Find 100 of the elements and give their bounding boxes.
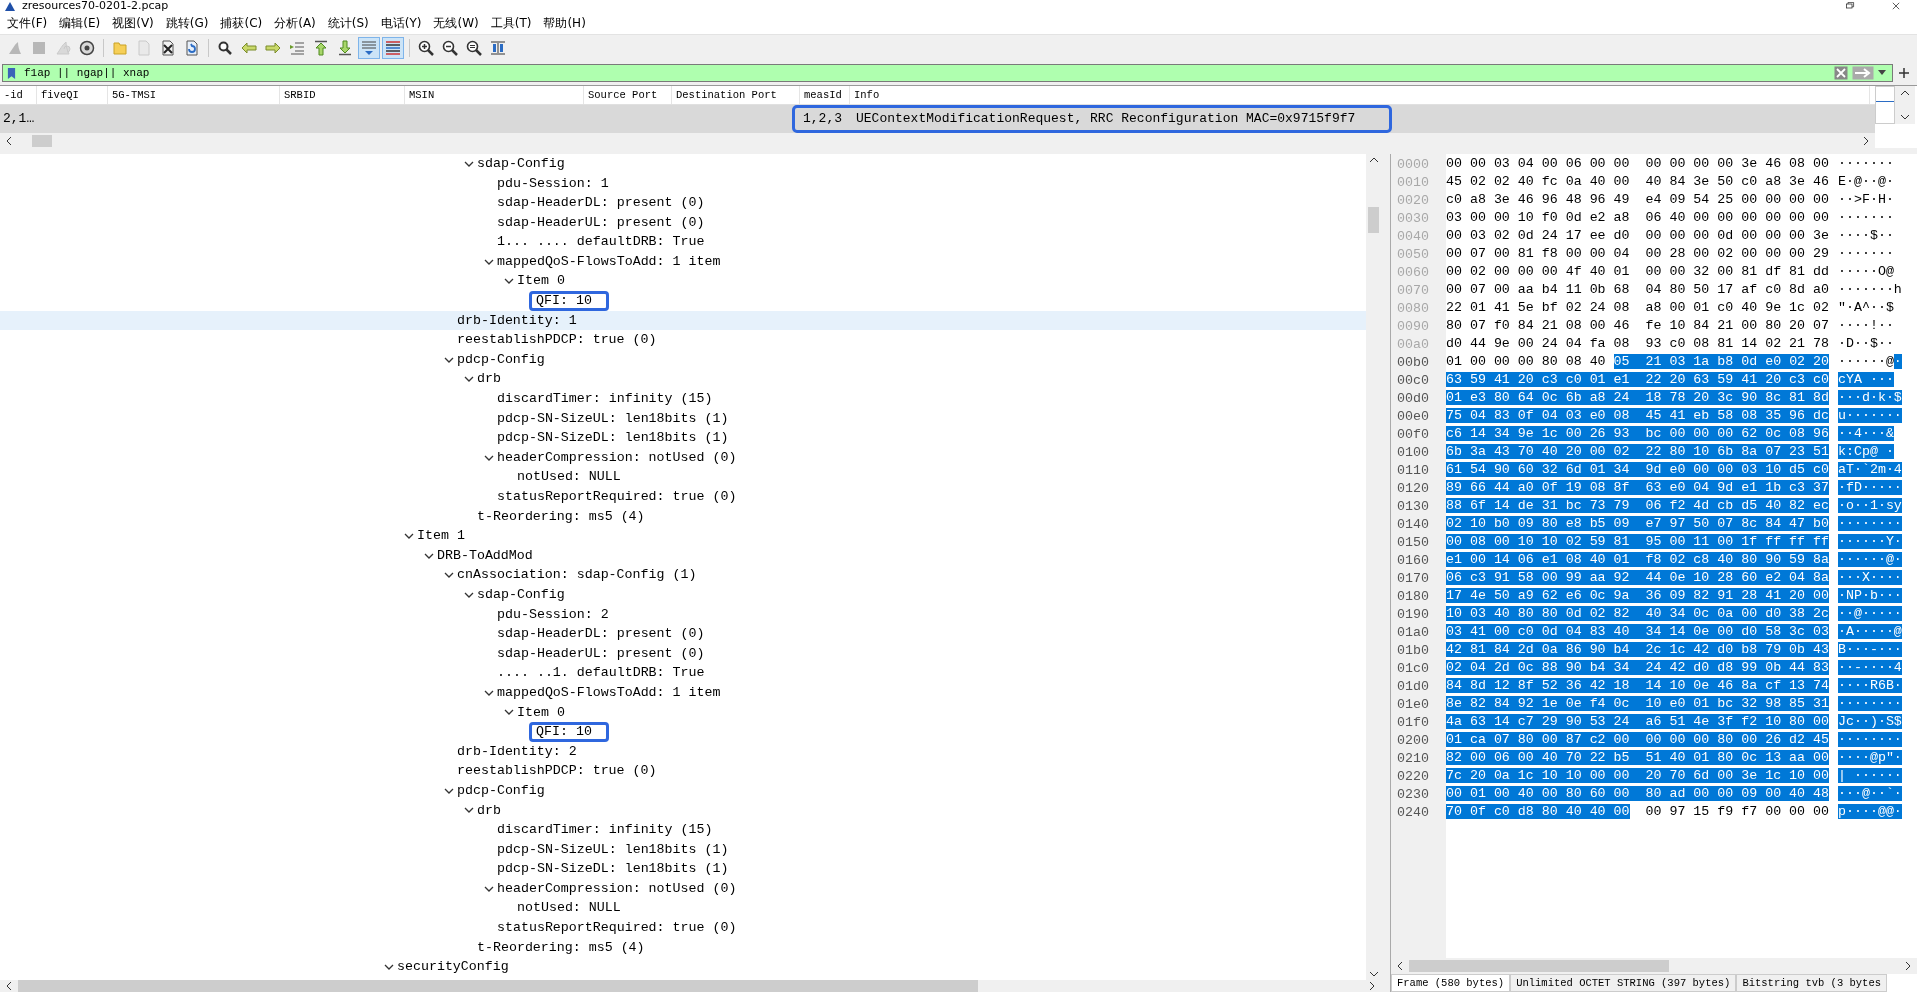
horizontal-scrollbar[interactable] xyxy=(0,980,1381,992)
column-header[interactable]: SRBID xyxy=(280,86,405,104)
tree-row[interactable]: headerCompression: notUsed (0) xyxy=(0,447,1366,468)
tree-row[interactable]: Item 0 xyxy=(0,702,1366,723)
left-arrow-icon xyxy=(241,40,257,56)
clear-icon[interactable] xyxy=(1834,66,1848,80)
tree-row[interactable]: pdcp-SN-SizeDL: len18bits (1) xyxy=(0,428,1366,448)
selected-ascii-bytes: ·o··1·sy xyxy=(1838,498,1902,513)
tree-row[interactable]: discardTimer: infinity (15) xyxy=(0,389,1366,409)
column-header[interactable]: Info xyxy=(850,86,1870,104)
tree-item-text: statusReportRequired: true (0) xyxy=(497,919,737,938)
menu-item[interactable]: 电话(Y) xyxy=(375,12,429,34)
down-caret-icon[interactable] xyxy=(1368,971,1379,977)
tree-row[interactable]: pdcp-SN-SizeUL: len18bits (1) xyxy=(0,839,1366,860)
column-header[interactable]: Destination Port xyxy=(672,86,800,104)
packet-row[interactable]: 2,1… 1,2,3 UEContextModificationRequest, RRC Reconfiguration MAC=0x9715f9f7 xyxy=(0,105,1875,134)
tree-row[interactable]: drb xyxy=(0,369,1366,390)
horizontal-scrollbar[interactable] xyxy=(0,133,1875,148)
tree-row[interactable]: .... ..1. defaultDRB: True xyxy=(0,663,1366,684)
tree-row[interactable]: QFI: 10 xyxy=(0,722,1366,742)
scrollbar-thumb[interactable] xyxy=(1409,960,1669,972)
tree-row[interactable]: pdu-Session: 1 xyxy=(0,173,1366,194)
tree-row[interactable]: notUsed: NULL xyxy=(0,467,1366,488)
tree-row[interactable]: headerCompression: notUsed (0) xyxy=(0,878,1366,899)
menu-item[interactable]: 编辑(E) xyxy=(54,12,108,34)
tree-row[interactable]: sdap-HeaderDL: present (0) xyxy=(0,624,1366,644)
tree-row[interactable]: mappedQoS-FlowsToAdd: 1 item xyxy=(0,683,1366,703)
tree-item-text: Item 0 xyxy=(517,272,565,291)
up-caret-icon[interactable] xyxy=(1368,157,1379,163)
tab[interactable]: Unlimited OCTET STRING (397 bytes) xyxy=(1510,974,1737,992)
scrollbar-thumb[interactable] xyxy=(1368,207,1379,233)
column-header[interactable]: -id xyxy=(0,86,37,104)
tree-row[interactable]: statusReportRequired: true (0) xyxy=(0,918,1366,938)
tree-row[interactable]: pdcp-SN-SizeUL: len18bits (1) xyxy=(0,408,1366,429)
tree-row[interactable]: pdu-Session: 2 xyxy=(0,604,1366,625)
column-header[interactable]: 5G-TMSI xyxy=(108,86,280,104)
scrollbar-thumb[interactable] xyxy=(18,980,978,992)
tree-row[interactable]: sdap-HeaderDL: present (0) xyxy=(0,193,1366,213)
menu-item[interactable]: 视图(V) xyxy=(107,12,161,34)
selected-hex-bytes: 8e 82 84 92 1e 0e f4 0c 10 e0 01 bc 32 98 85 31 xyxy=(1446,696,1829,711)
menu-item[interactable]: 无线(W) xyxy=(428,12,486,34)
tree-row[interactable]: discardTimer: infinity (15) xyxy=(0,820,1366,840)
tree-row[interactable]: DRB-ToAddMod xyxy=(0,545,1366,566)
column-header[interactable]: MSIN xyxy=(405,86,584,104)
hex-bytes: c0 a8 3e 46 96 48 96 49 e4 09 54 25 00 00 00 00 xyxy=(1446,192,1829,207)
tree-row[interactable]: statusReportRequired: true (0) xyxy=(0,487,1366,507)
tree-item-text: cnAssociation: sdap-Config (1) xyxy=(457,566,697,585)
vertical-scrollbar[interactable] xyxy=(1895,86,1915,124)
byte-offset: 0150 xyxy=(1396,534,1430,550)
display-filter-field[interactable]: f1ap || ngap|| xnap xyxy=(2,64,1893,82)
tab[interactable]: Frame (580 bytes) xyxy=(1391,974,1511,992)
tree-row[interactable]: mappedQoS-FlowsToAdd: 1 item xyxy=(0,251,1366,272)
menu-item[interactable]: 分析(A) xyxy=(269,12,323,34)
tree-row[interactable]: drb-Identity: 1 xyxy=(0,310,1366,331)
menu-item[interactable]: 统计(S) xyxy=(322,12,376,34)
tree-row[interactable]: sdap-Config xyxy=(0,154,1366,174)
tree-row[interactable]: pdcp-SN-SizeDL: len18bits (1) xyxy=(0,859,1366,879)
restore-icon[interactable] xyxy=(1845,2,1855,10)
tree-row[interactable]: t-Reordering: ms5 (4) xyxy=(0,506,1366,527)
byte-offset: 0120 xyxy=(1396,480,1430,496)
tree-row[interactable]: notUsed: NULL xyxy=(0,898,1366,919)
tree-row[interactable]: reestablishPDCP: true (0) xyxy=(0,330,1366,350)
tree-row[interactable]: drb xyxy=(0,800,1366,821)
column-header[interactable]: Source Port xyxy=(584,86,672,104)
tree-row[interactable]: pdcp-Config xyxy=(0,781,1366,801)
tree-row[interactable]: sdap-Config xyxy=(0,585,1366,605)
menu-item[interactable]: 工具(T) xyxy=(485,12,539,34)
tree-row[interactable]: Item 0 xyxy=(0,271,1366,292)
tree-row[interactable]: pdcp-Config xyxy=(0,349,1366,370)
tree-row[interactable]: 1... .... defaultDRB: True xyxy=(0,232,1366,252)
plus-icon[interactable] xyxy=(1899,68,1909,78)
tree-row[interactable]: t-Reordering: ms5 (4) xyxy=(0,937,1366,958)
tree-item-text: headerCompression: notUsed (0) xyxy=(497,448,737,467)
column-header[interactable]: measId xyxy=(800,86,850,104)
reload-icon xyxy=(184,40,200,56)
hex-bytes: 00 97 15 f9 f7 00 00 00 xyxy=(1644,804,1830,819)
close-icon[interactable] xyxy=(1891,2,1901,10)
menu-item[interactable]: 捕获(C) xyxy=(215,12,270,34)
tree-row[interactable]: sdap-HeaderUL: present (0) xyxy=(0,212,1366,233)
tree-item-text: Item 0 xyxy=(517,703,565,722)
tab[interactable]: Bitstring tvb (3 bytes xyxy=(1736,974,1887,992)
tree-row[interactable]: Item 1 xyxy=(0,526,1366,546)
menu-item[interactable]: 文件(F) xyxy=(2,12,55,34)
dropdown-icon[interactable] xyxy=(1878,70,1886,76)
hex-bytes: 00 07 00 81 f8 00 00 04 00 28 00 02 00 00 00 29 xyxy=(1446,246,1829,261)
horizontal-scrollbar[interactable] xyxy=(1391,958,1917,974)
tree-row[interactable]: reestablishPDCP: true (0) xyxy=(0,761,1366,781)
menu-item[interactable]: 跳转(G) xyxy=(160,12,216,34)
down-caret-icon[interactable] xyxy=(1900,114,1910,120)
up-caret-icon[interactable] xyxy=(1900,90,1910,96)
menu-item[interactable]: 帮助(H) xyxy=(538,12,593,34)
byte-offset: 0170 xyxy=(1396,570,1430,586)
bookmark-icon[interactable] xyxy=(7,66,16,80)
tree-item-text: sdap-Config xyxy=(477,154,565,173)
tree-row[interactable]: cnAssociation: sdap-Config (1) xyxy=(0,565,1366,586)
column-header[interactable]: fiveQI xyxy=(37,86,108,104)
scrollbar-thumb[interactable] xyxy=(32,134,52,147)
tree-row[interactable]: drb-Identity: 2 xyxy=(0,741,1366,762)
tree-row[interactable]: sdap-HeaderUL: present (0) xyxy=(0,643,1366,664)
tree-row[interactable]: securityConfig xyxy=(0,957,1366,977)
